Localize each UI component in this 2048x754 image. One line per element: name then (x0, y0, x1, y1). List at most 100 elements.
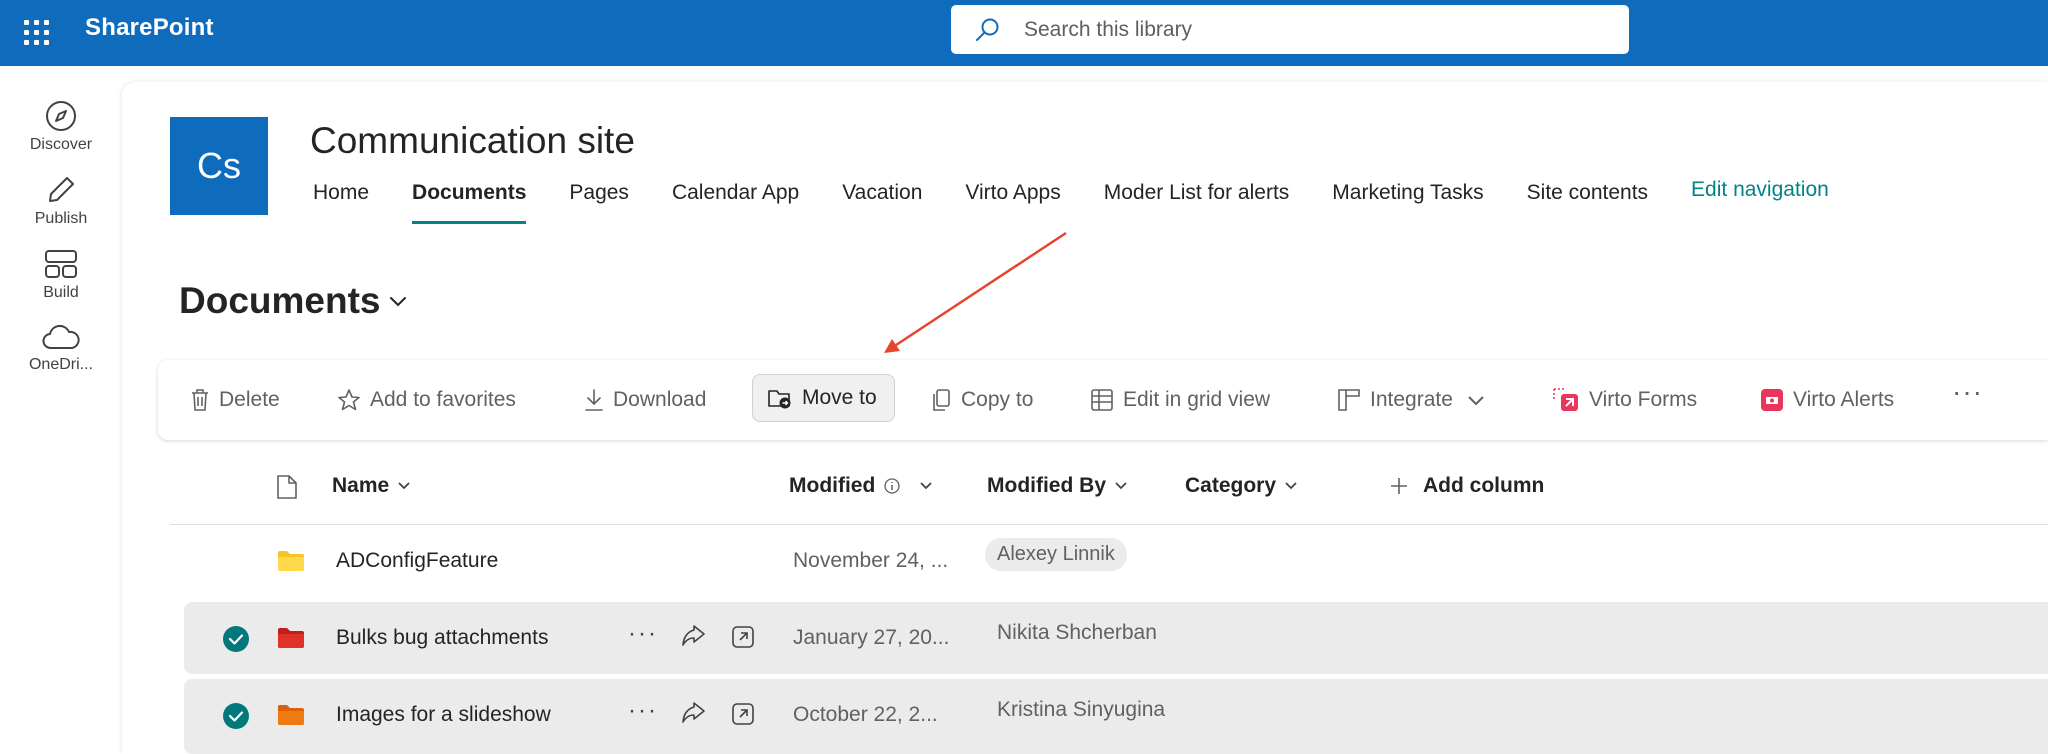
virto-alerts-label: Virto Alerts (1793, 388, 1895, 411)
nav-site-contents[interactable]: Site contents (1527, 178, 1648, 218)
appbar-onedrive[interactable]: OneDri... (0, 322, 122, 374)
site-logo[interactable]: Cs (170, 117, 268, 215)
row-name[interactable]: Images for a slideshow (336, 703, 551, 727)
compass-icon (46, 101, 76, 131)
appbar-build[interactable]: Build (0, 248, 122, 302)
star-icon (338, 389, 360, 411)
integrate-button[interactable]: Integrate (1337, 376, 1494, 424)
chevron-down-icon (1285, 482, 1297, 490)
copy-icon (933, 389, 950, 411)
library-title[interactable]: Documents (179, 280, 408, 322)
appbar-label: Discover (29, 136, 93, 153)
appbar-label: Build (43, 284, 79, 301)
delete-label: Delete (219, 388, 280, 411)
site-navigation: Home Documents Pages Calendar App Vacati… (313, 178, 1872, 224)
move-to-button[interactable]: Move to (752, 374, 895, 422)
add-to-favorites-button[interactable]: Add to favorites (337, 376, 516, 424)
column-modified-by-label: Modified By (987, 474, 1106, 497)
plus-icon (1391, 478, 1407, 494)
chevron-down-icon (1115, 482, 1127, 490)
share-icon[interactable] (680, 625, 706, 649)
share-icon[interactable] (680, 702, 706, 726)
search-icon (976, 18, 999, 41)
nav-virto-apps[interactable]: Virto Apps (965, 178, 1060, 218)
brand-name[interactable]: SharePoint (85, 14, 214, 42)
row-modified-by[interactable]: Alexey Linnik (985, 538, 1127, 571)
layout-icon (45, 250, 77, 278)
move-to-label: Move to (802, 386, 877, 409)
pen-icon (49, 177, 74, 202)
appbar-publish[interactable]: Publish (0, 174, 122, 228)
integrate-label: Integrate (1370, 388, 1453, 411)
add-column-button[interactable]: Add column (1389, 474, 1544, 498)
info-icon (884, 478, 900, 494)
chevron-down-icon (398, 482, 410, 490)
row-modified: January 27, 20... (793, 626, 950, 649)
add-column-label: Add column (1423, 474, 1545, 497)
virto-alerts-button[interactable]: Virto Alerts (1760, 376, 1894, 424)
open-details-icon[interactable] (731, 625, 755, 649)
file-type-icon[interactable] (275, 474, 299, 500)
virto-forms-icon (1553, 388, 1578, 411)
cloud-icon (42, 324, 80, 349)
column-header-modified[interactable]: Modified (789, 474, 933, 498)
nav-moder-list[interactable]: Moder List for alerts (1104, 178, 1290, 218)
site-title[interactable]: Communication site (310, 120, 635, 162)
edit-navigation-link[interactable]: Edit navigation (1691, 178, 1829, 218)
folder-icon (278, 551, 304, 571)
folder-icon (278, 628, 304, 648)
nav-pages[interactable]: Pages (569, 178, 629, 218)
annotation-arrow-icon (884, 231, 1067, 353)
trash-icon (192, 389, 208, 411)
column-header-modified-by[interactable]: Modified By (987, 474, 1128, 498)
virto-forms-label: Virto Forms (1589, 388, 1698, 411)
app-bar: Discover Publish Build OneDri... (0, 66, 122, 754)
virto-alerts-icon (1761, 389, 1783, 411)
nav-vacation[interactable]: Vacation (842, 178, 922, 218)
column-name-label: Name (332, 474, 390, 497)
row-modified-by[interactable]: Kristina Sinyugina (997, 698, 1172, 722)
open-details-icon[interactable] (731, 702, 755, 726)
nav-documents[interactable]: Documents (412, 178, 527, 224)
appbar-label: OneDri... (28, 356, 93, 373)
integrate-icon (1338, 389, 1360, 411)
search-input[interactable]: Search this library (1024, 18, 1192, 42)
folder-move-icon (768, 390, 791, 409)
folder-icon (278, 705, 304, 725)
more-commands-button[interactable]: ··· (1952, 376, 1983, 408)
grid-icon (1091, 389, 1113, 411)
chevron-down-icon (390, 297, 407, 307)
virto-forms-button[interactable]: Virto Forms (1552, 376, 1697, 424)
column-header-category[interactable]: Category (1185, 474, 1298, 498)
search-box[interactable]: Search this library (951, 5, 1629, 54)
app-launcher-icon[interactable] (22, 18, 52, 48)
edit-grid-view-button[interactable]: Edit in grid view (1090, 376, 1270, 424)
row-modified-by[interactable]: Nikita Shcherban (997, 621, 1157, 645)
copy-to-button[interactable]: Copy to (930, 376, 1033, 424)
nav-marketing-tasks[interactable]: Marketing Tasks (1332, 178, 1483, 218)
grid-view-label: Edit in grid view (1123, 388, 1271, 411)
appbar-discover[interactable]: Discover (0, 100, 122, 154)
delete-button[interactable]: Delete (190, 376, 280, 424)
column-category-label: Category (1185, 474, 1277, 497)
row-more-button[interactable]: ··· (628, 697, 658, 725)
column-modified-label: Modified (789, 474, 876, 497)
row-modified: November 24, ... (793, 549, 949, 572)
download-icon (585, 389, 603, 411)
row-more-button[interactable]: ··· (628, 620, 658, 648)
column-header-name[interactable]: Name (332, 474, 411, 498)
nav-home[interactable]: Home (313, 178, 369, 218)
library-title-text: Documents (179, 280, 381, 321)
download-button[interactable]: Download (584, 376, 706, 424)
download-label: Download (613, 388, 707, 411)
chevron-down-icon (1468, 396, 1484, 406)
chevron-down-icon (920, 482, 932, 490)
row-name[interactable]: Bulks bug attachments (336, 626, 548, 650)
nav-calendar-app[interactable]: Calendar App (672, 178, 799, 218)
suite-bar: SharePoint Search this library (0, 0, 2048, 66)
row-name[interactable]: ADConfigFeature (336, 549, 498, 573)
row-modified: October 22, 2... (793, 703, 938, 726)
check-icon[interactable] (223, 626, 249, 652)
appbar-label: Publish (34, 210, 88, 227)
check-icon[interactable] (223, 703, 249, 729)
